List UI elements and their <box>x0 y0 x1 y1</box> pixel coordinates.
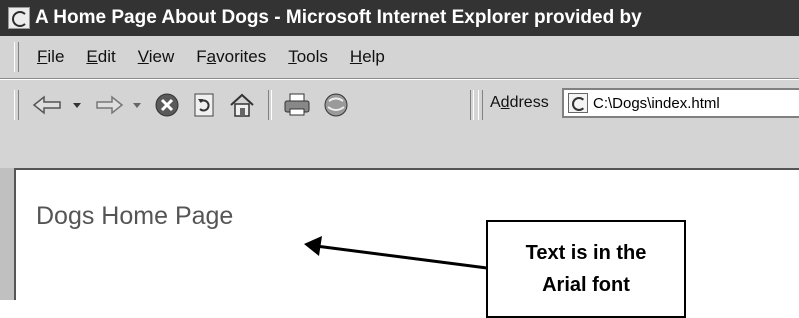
annotation-line-1: Text is in the <box>525 242 647 264</box>
callout-arrow-line <box>315 244 488 270</box>
callout-arrowhead <box>304 236 322 256</box>
annotation-callout: Text is in the Arial font <box>486 220 686 318</box>
annotation-line-2: Arial font <box>542 274 630 296</box>
